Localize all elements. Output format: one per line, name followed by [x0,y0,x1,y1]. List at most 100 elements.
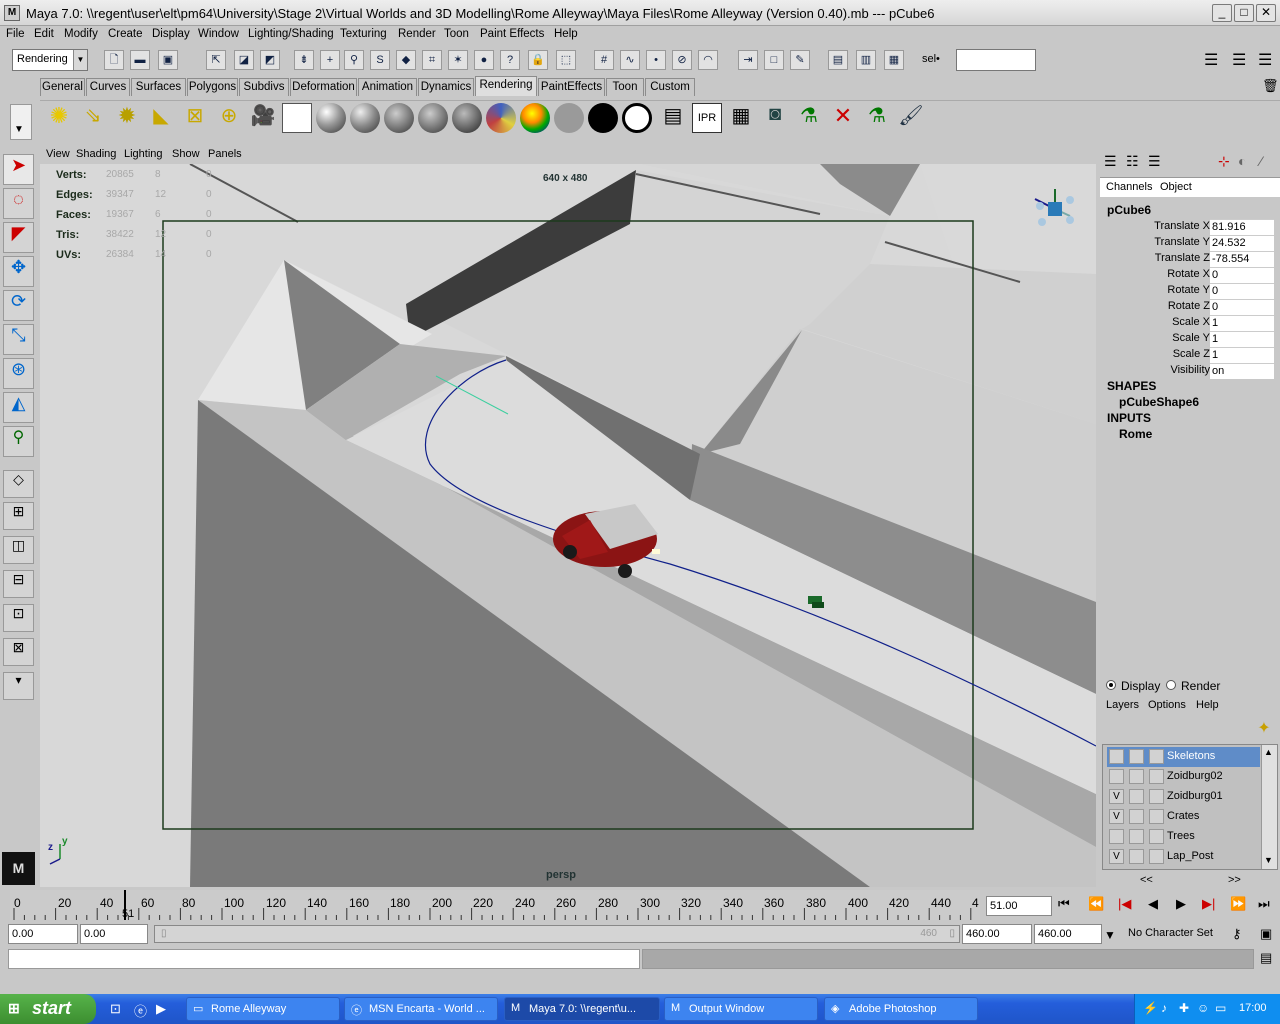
snap-curve-icon[interactable]: ∿ [620,50,640,70]
play-backward-icon[interactable]: ◀ [1148,896,1158,912]
lambert-material-icon[interactable] [384,103,414,133]
channel-value[interactable]: 0 [1210,267,1274,283]
menu-help[interactable]: Help [554,28,578,40]
ipr-icon[interactable]: IPR [692,103,722,133]
ambient-light-icon[interactable]: ✺ [44,103,74,133]
panel-menu-lighting[interactable]: Lighting [124,148,163,160]
step-back-key-icon[interactable]: ⏪ [1088,896,1104,912]
channel-row[interactable]: Translate Y 24.532 [1100,235,1280,251]
graph-editor-layout-icon[interactable]: ⊠ [3,638,34,666]
tab-curves[interactable]: Curves [86,78,130,96]
scroll-up-icon[interactable]: ▲ [1264,747,1273,757]
tab-custom[interactable]: Custom [645,78,695,96]
go-to-start-icon[interactable]: ⏮ [1058,896,1070,912]
menu-create[interactable]: Create [108,28,143,40]
maximize-button[interactable]: □ [1234,4,1254,22]
playback-end-field[interactable]: 460.00 [962,924,1032,944]
curve-mask-icon[interactable]: S [370,50,390,70]
tab-general[interactable]: General [40,78,85,96]
range-handle-right[interactable]: ▯ [949,928,955,939]
layer-list-scrollbar[interactable]: ▲ ▼ [1261,745,1277,869]
menu-lighting-shading[interactable]: Lighting/Shading [248,28,334,40]
layer-type-toggle[interactable] [1129,769,1144,784]
tab-subdivs[interactable]: Subdivs [239,78,289,96]
layer-type-toggle[interactable] [1129,749,1144,764]
close-button[interactable]: ✕ [1256,4,1276,22]
area-light-icon[interactable]: ⊠ [180,103,210,133]
highlight-selection-icon[interactable]: ⬚ [556,50,576,70]
spot-light-icon[interactable]: ◣ [146,103,176,133]
tab-animation[interactable]: Animation [358,78,417,96]
open-scene-icon[interactable]: ▬ [130,50,150,70]
script-editor-icon[interactable]: ▤ [1260,950,1272,966]
layer-editor-icon[interactable]: ☷ [1126,153,1139,170]
single-perspective-layout-icon[interactable]: ◇ [3,470,34,498]
quick-select-field[interactable] [956,49,1036,71]
taskbar-button-output-window[interactable]: M Output Window [664,997,818,1021]
viewport-scene[interactable]: Verts: 20865 8 0 Edges: 39347 12 0 Faces… [40,164,1096,887]
channel-value[interactable]: 1 [1210,347,1274,363]
trash-icon[interactable]: 🗑 [1262,78,1279,94]
volume-light-icon[interactable]: ⊕ [214,103,244,133]
anisotropic-material-icon[interactable] [452,103,482,133]
hypershade-icon[interactable] [282,103,312,133]
start-button[interactable]: ⊞ start [0,994,96,1024]
new-layer-icon[interactable]: ✦ [1252,718,1276,742]
display-icon[interactable]: ▭ [1215,1001,1226,1015]
four-view-layout-icon[interactable]: ⊞ [3,502,34,530]
menu-render[interactable]: Render [398,28,436,40]
save-scene-icon[interactable]: ▣ [158,50,178,70]
channel-row[interactable]: Scale Y1 [1100,331,1280,347]
menu-display[interactable]: Display [152,28,190,40]
channel-row[interactable]: Translate X 81.916 [1100,219,1280,235]
time-slider-track[interactable]: 0 20 40 60 80 100 120 140 160 180 200 22… [10,890,980,920]
mel-input-field[interactable] [8,949,640,969]
quicklaunch-media-icon[interactable]: ▶ [156,1001,166,1017]
render-radio[interactable] [1166,680,1176,690]
layer-color-swatch[interactable] [1149,809,1164,824]
lock-selection-icon[interactable]: 🔒 [528,50,548,70]
key-icon[interactable]: ⚷ [1232,926,1242,942]
channel-value[interactable]: 24.532 [1210,235,1274,251]
display-radio[interactable] [1106,680,1116,690]
manipulator-icon[interactable]: ⊹ [1218,153,1230,170]
taskbar-button-photoshop[interactable]: ◈ Adobe Photoshop [824,997,978,1021]
step-back-frame-icon[interactable]: |◀ [1118,896,1131,912]
select-object-icon[interactable]: ◪ [234,50,254,70]
use-background-icon[interactable] [622,103,652,133]
panel-menu-panels[interactable]: Panels [208,148,242,160]
channel-value[interactable]: on [1210,363,1274,379]
step-forward-frame-icon[interactable]: ▶| [1202,896,1215,912]
channel-value[interactable]: 1 [1210,331,1274,347]
move-tool-icon[interactable]: ✥ [3,256,34,287]
snap-grid-icon[interactable]: # [594,50,614,70]
batch-render-icon[interactable]: ◙ [760,103,790,133]
layer-visibility-toggle[interactable]: V [1109,809,1124,824]
list-item[interactable]: Trees [1107,827,1260,847]
layer-visibility-toggle[interactable] [1109,829,1124,844]
layout-options-icon[interactable]: ▾ [3,672,34,700]
list-item[interactable]: Zoidburg02 [1107,767,1260,787]
channel-value[interactable]: 0 [1210,299,1274,315]
animation-end-field[interactable]: 460.00 [1034,924,1102,944]
menu-set-dropdown[interactable]: Rendering ▼ [12,49,88,71]
layer-color-swatch[interactable] [1149,789,1164,804]
layer-visibility-toggle[interactable] [1109,749,1124,764]
menu-window[interactable]: Window [198,28,239,40]
render-view-icon[interactable]: ▤ [658,103,688,133]
render-settings-icon[interactable]: ▦ [726,103,756,133]
surface-mask-icon[interactable]: ◆ [396,50,416,70]
shader-library-icon[interactable]: ⚗ [794,103,824,133]
channel-value[interactable]: -78.554 [1210,251,1274,267]
lasso-tool-icon[interactable]: ◌ [3,188,34,219]
ipr-render-icon[interactable]: ▥ [856,50,876,70]
layer-color-swatch[interactable] [1149,749,1164,764]
joint-mask-icon[interactable]: ⚲ [344,50,364,70]
tab-object[interactable]: Object [1160,181,1192,193]
point-light-icon[interactable]: ✹ [112,103,142,133]
input-node-name[interactable]: Rome [1119,427,1152,441]
select-hierarchy-icon[interactable]: ⇱ [206,50,226,70]
select-tool-icon[interactable]: ➤ [3,154,34,185]
persp-outliner-layout-icon[interactable]: ◫ [3,536,34,564]
animation-start-field[interactable]: 0.00 [8,924,78,944]
